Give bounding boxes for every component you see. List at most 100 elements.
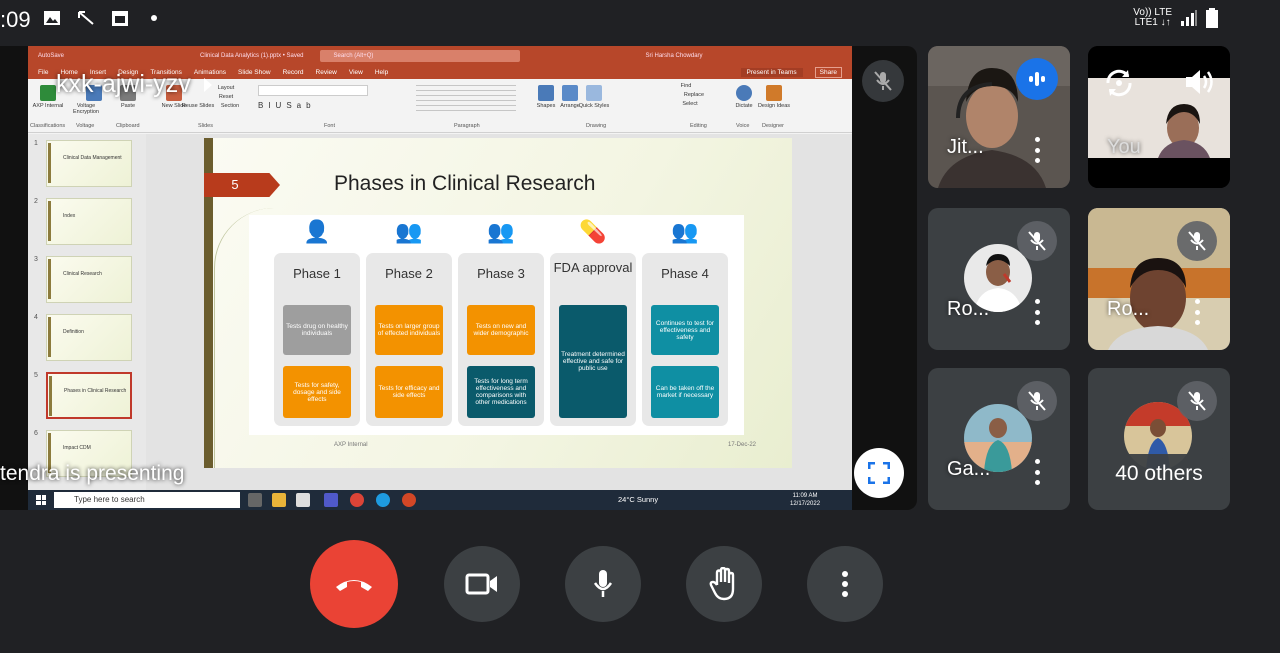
end-call-button[interactable] — [310, 540, 398, 628]
ppt-titlebar: AutoSave Clinical Data Analytics (1).ppt… — [28, 46, 852, 65]
participant-tile-ro-1[interactable]: Ro... — [928, 208, 1070, 350]
slide-thumbnail: Clinical Research — [46, 256, 132, 303]
ppt-menu-review: Review — [315, 68, 337, 76]
presentation-tile[interactable]: AutoSave Clinical Data Analytics (1).ppt… — [0, 46, 917, 510]
more-options-icon[interactable] — [1034, 459, 1040, 485]
font-name-box — [258, 85, 368, 96]
more-vertical-icon — [842, 571, 848, 597]
meeting-code[interactable]: kxk-ajwi-yzv — [56, 70, 213, 99]
ppt-menu-record: Record — [282, 68, 304, 76]
thumbnail-number: 2 — [34, 198, 38, 205]
microphone-icon — [593, 570, 613, 597]
thumbnail-number: 5 — [34, 372, 38, 379]
microphone-button[interactable] — [565, 546, 641, 622]
phases-diagram: 👤 Phase 1 Tests drug on healthy individual… — [249, 215, 744, 435]
phase-top-box: Tests on larger group of effected indivi… — [375, 305, 443, 355]
dictate-icon — [736, 85, 752, 101]
slide-thumbnail: Clinical Data Management — [46, 140, 132, 187]
thumbnail-title: Clinical Research — [63, 271, 102, 277]
participant-name: Jit... — [947, 136, 984, 158]
font-format-buttons: BIUSab — [258, 101, 316, 110]
thumbnail-number: 3 — [34, 256, 38, 263]
phase-column: Phase 3 Tests on new and wider demographi… — [458, 253, 544, 426]
task-view-icon — [248, 493, 262, 507]
switch-camera-icon[interactable] — [1102, 66, 1136, 100]
participant-tile-ro-2[interactable]: Ro... — [1088, 208, 1230, 350]
mic-off-icon — [1177, 221, 1217, 261]
phase-column: Phase 4 Continues to test for effectivene… — [642, 253, 728, 426]
phase-bottom-box: Tests for efficacy and side effects — [375, 366, 443, 418]
more-options-icon[interactable] — [1034, 137, 1040, 163]
signal-icon — [1181, 10, 1197, 26]
phase-name: Phase 4 — [661, 266, 709, 281]
phase-name: Phase 3 — [477, 266, 525, 281]
thumbnail-title: Clinical Data Management — [63, 155, 122, 161]
phase-name: Phase 2 — [385, 266, 433, 281]
more-options-icon[interactable] — [1194, 299, 1200, 325]
speaker-icon[interactable] — [1184, 68, 1216, 96]
file-explorer-icon — [272, 493, 286, 507]
camera-icon — [465, 573, 497, 595]
slide-thumbnail: Index — [46, 198, 132, 245]
phase-top-box: Tests on new and wider demographic — [467, 305, 535, 355]
camera-button[interactable] — [444, 546, 520, 622]
phase-bottom-box: Tests for safety, dosage and side effect… — [283, 366, 351, 418]
calendar-icon — [112, 11, 128, 26]
notepad-icon — [296, 493, 310, 507]
current-slide: 5 Phases in Clinical Research 👤 Phase 1 Te… — [204, 138, 792, 468]
taskbar-clock: 11:09 AM 12/17/2022 — [790, 493, 821, 507]
phase-column: Phase 2 Tests on larger group of effected… — [366, 253, 452, 426]
ppt-menu-view: View — [348, 68, 363, 76]
phase-top-box: Tests drug on healthy individuals — [283, 305, 351, 355]
participant-tile-others[interactable]: 40 others — [1088, 368, 1230, 510]
more-options-icon[interactable] — [1034, 299, 1040, 325]
people-icon: 👥 — [395, 219, 423, 244]
participant-name: Ro... — [947, 298, 990, 320]
chrome-icon — [350, 493, 364, 507]
slide-thumbnail: Definition — [46, 314, 132, 361]
ppt-share-button: Share — [814, 66, 842, 78]
slide-thumbnail: Phases in Clinical Research — [46, 372, 132, 419]
fullscreen-icon — [868, 462, 890, 484]
mic-off-icon — [1177, 381, 1217, 421]
windows-start-icon — [36, 495, 46, 505]
raise-hand-button[interactable] — [686, 546, 762, 622]
thumbnail-number: 6 — [34, 430, 38, 437]
thumbnail-number: 4 — [34, 314, 38, 321]
phase-name: FDA approval — [553, 260, 633, 275]
thumbnail-title: Definition — [63, 329, 84, 335]
more-options-button[interactable] — [807, 546, 883, 622]
participant-tile-jit[interactable]: Jit... — [928, 46, 1070, 188]
phase-bottom-box: Can be taken off the market if necessary — [651, 366, 719, 418]
people-icon: 👥 — [671, 219, 699, 244]
missed-call-icon — [78, 11, 94, 25]
phase-bottom-box: Tests for long term effectiveness and co… — [467, 366, 535, 418]
speaking-indicator-icon — [1016, 58, 1058, 100]
axp-classification-icon — [40, 85, 56, 101]
presenting-label: tendra is presenting — [0, 462, 185, 485]
taskbar-search: Type here to search — [54, 492, 240, 508]
slide-thumbnails: 1 Clinical Data Management 2 Index 3 Clinical… — [28, 134, 146, 492]
mic-off-icon — [1017, 381, 1057, 421]
participant-name: You — [1107, 136, 1141, 158]
powerpoint-icon — [402, 493, 416, 507]
slide-editor: 5 Phases in Clinical Research 👤 Phase 1 Te… — [146, 134, 852, 492]
status-time: :09 — [0, 7, 31, 32]
teams-icon — [324, 493, 338, 507]
phase-full-box: Treatment determined effective and safe … — [559, 305, 627, 418]
people-icon: 👤 — [303, 219, 331, 244]
thumbnail-title: Index — [63, 213, 76, 219]
paragraph-controls — [416, 85, 516, 111]
fullscreen-button[interactable] — [854, 448, 904, 498]
participant-tile-ga[interactable]: Ga... — [928, 368, 1070, 510]
chevron-right-icon — [203, 77, 212, 92]
ppt-menu-slide-show: Slide Show — [238, 68, 271, 76]
ppt-menu-file: File — [38, 68, 49, 76]
others-count: 40 others — [1088, 454, 1230, 494]
ppt-search: Search (Alt+Q) — [319, 49, 520, 62]
design-ideas-icon — [766, 85, 782, 101]
thumbnail-title: Impact CDM — [63, 445, 91, 451]
taskbar-weather: 24°C Sunny — [618, 495, 659, 504]
participant-tile-you[interactable]: You — [1088, 46, 1230, 188]
status-bar: :09 Vo)) LTE LTE1 ↓↑ — [0, 0, 1280, 38]
